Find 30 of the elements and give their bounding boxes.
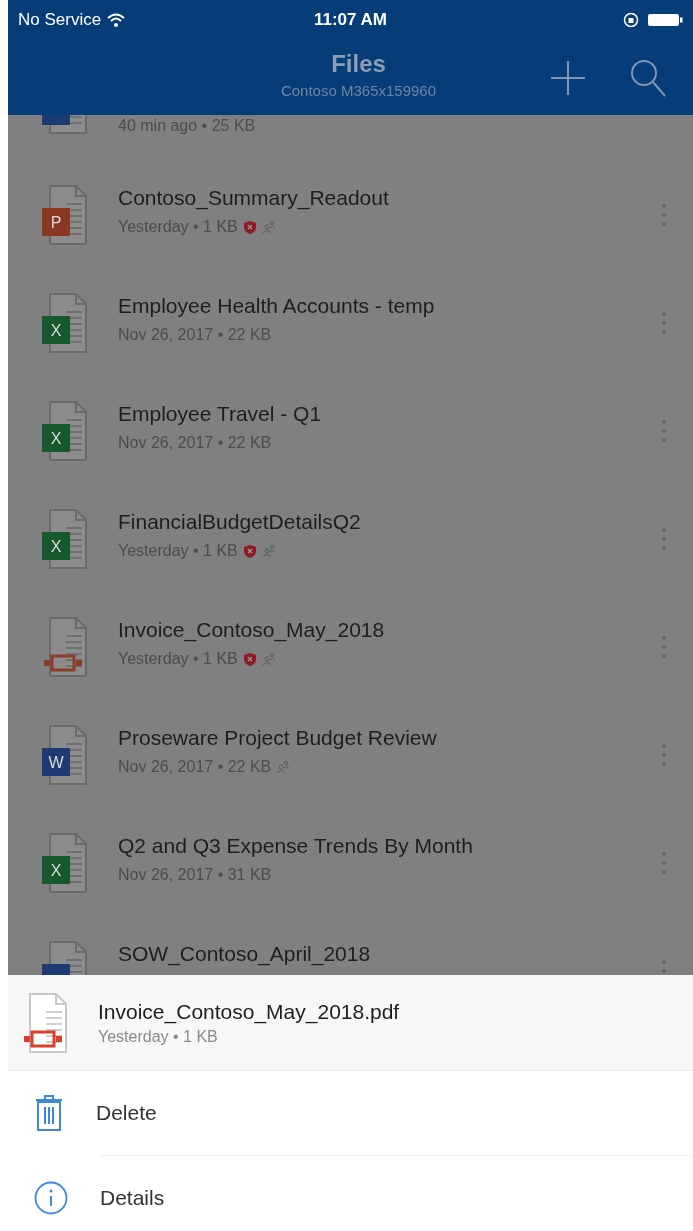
more-options-icon[interactable] <box>661 311 667 335</box>
menu-item[interactable]: Delete <box>8 1071 693 1155</box>
carrier-label: No Service <box>18 10 102 30</box>
page-subtitle: Contoso M365x159960 <box>280 82 437 99</box>
more-options-icon[interactable] <box>661 527 667 551</box>
info-icon <box>34 1181 68 1215</box>
file-name: FinancialBudgetDetailsQ2 <box>118 510 362 534</box>
trash-icon <box>34 1094 64 1132</box>
file-name: Employee Travel - Q1 <box>118 402 323 426</box>
file-name: Proseware Project Budget Review <box>118 726 438 750</box>
file-meta: Yesterday • 1 KB <box>98 1027 219 1046</box>
page-title: Files <box>331 50 386 78</box>
more-options-icon[interactable] <box>661 743 667 767</box>
more-options-icon[interactable] <box>661 203 667 227</box>
file-name: Invoice_Contoso_May_2018 <box>118 618 386 642</box>
file-name: Invoice_Contoso_May_2018.pdf <box>98 999 400 1024</box>
file-name: SOW_Contoso_April_2018 <box>118 942 372 966</box>
menu-item[interactable]: Details <box>8 1156 693 1231</box>
rotation-lock-icon <box>623 12 639 28</box>
search-icon[interactable] <box>629 57 667 98</box>
file-name: Employee Health Accounts - temp <box>118 294 436 318</box>
add-icon[interactable] <box>549 58 587 97</box>
more-options-icon[interactable] <box>661 851 667 875</box>
battery-icon <box>647 13 683 27</box>
clock-time: 11:07 AM <box>313 10 388 30</box>
more-options-icon[interactable] <box>661 419 667 443</box>
wifi-icon <box>107 13 126 27</box>
file-name: Q2 and Q3 Expense Trends By Month <box>118 834 474 858</box>
file-name: Contoso_Summary_Readout <box>118 186 390 210</box>
more-options-icon[interactable] <box>661 635 667 659</box>
